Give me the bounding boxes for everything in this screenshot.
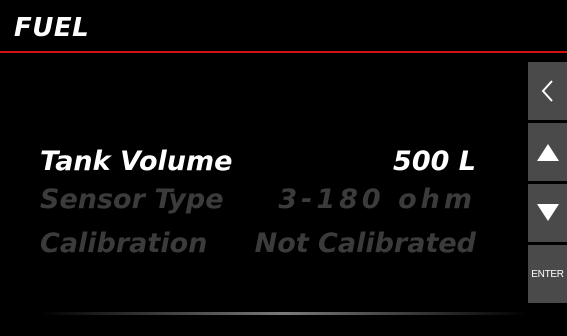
setting-label: Tank Volume — [40, 146, 233, 177]
back-button[interactable] — [528, 62, 567, 120]
fuel-settings-screen: FUEL Tank Volume 500 L Sensor Type 3-180… — [0, 0, 567, 336]
setting-value: Not Calibrated — [254, 228, 476, 259]
side-button-panel: ENTER — [528, 62, 567, 304]
setting-label: Calibration — [40, 228, 208, 259]
enter-label: ENTER — [531, 268, 564, 280]
chevron-left-icon — [541, 80, 553, 102]
page-title: FUEL — [14, 13, 90, 43]
header-bar: FUEL — [0, 0, 567, 50]
down-button[interactable] — [528, 184, 567, 242]
setting-value: 500 L — [393, 146, 476, 177]
setting-row-calibration[interactable]: Calibration Not Calibrated — [0, 226, 528, 262]
up-button[interactable] — [528, 123, 567, 181]
setting-label: Sensor Type — [40, 184, 224, 215]
setting-row-sensor-type[interactable]: Sensor Type 3-180 ohm — [0, 182, 528, 218]
header-divider — [0, 51, 567, 53]
setting-value: 3-180 ohm — [278, 184, 476, 215]
enter-button[interactable]: ENTER — [528, 245, 567, 303]
triangle-down-icon — [536, 204, 559, 221]
triangle-up-icon — [536, 144, 559, 161]
setting-row-tank-volume[interactable]: Tank Volume 500 L — [0, 144, 528, 180]
bottom-divider — [40, 312, 528, 315]
